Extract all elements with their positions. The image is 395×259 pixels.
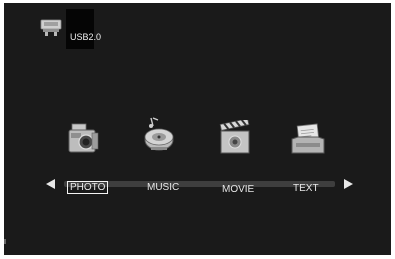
- media-player-screen: USB2.0 PHOTO MUSIC MOVIE TEXT: [4, 3, 391, 255]
- camera-icon[interactable]: [66, 121, 102, 157]
- edge-marker: [4, 239, 6, 244]
- left-arrow-icon[interactable]: [46, 179, 55, 189]
- source-header: USB2.0: [36, 9, 116, 49]
- menu-item-photo[interactable]: PHOTO: [67, 181, 109, 194]
- right-arrow-icon[interactable]: [344, 179, 353, 189]
- menu-item-text[interactable]: TEXT: [293, 183, 319, 194]
- source-label: USB2.0: [70, 32, 102, 42]
- menu-item-music[interactable]: MUSIC: [147, 182, 179, 193]
- source-label-box: [66, 9, 94, 49]
- music-disc-icon[interactable]: [141, 116, 177, 152]
- usb-drive-icon[interactable]: [40, 19, 62, 37]
- document-tray-icon[interactable]: [290, 123, 326, 159]
- menu-item-movie[interactable]: MOVIE: [222, 184, 254, 195]
- clapperboard-icon[interactable]: [217, 118, 253, 156]
